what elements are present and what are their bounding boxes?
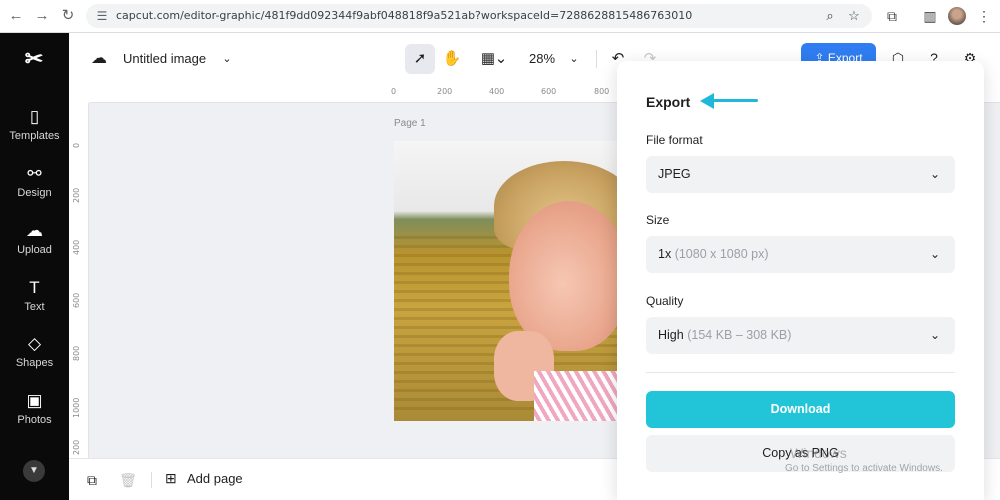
ruler-tick-label: 800	[72, 345, 81, 361]
quality-select[interactable]: High (154 KB – 308 KB) ⌄	[646, 317, 955, 354]
profile-avatar[interactable]	[948, 7, 966, 25]
ruler-tick-label: 800	[594, 87, 610, 96]
activation-watermark-title: Windows	[790, 445, 847, 461]
add-page-label: Add page	[187, 471, 243, 486]
size-hint: (1080 x 1080 px)	[674, 247, 769, 261]
star-icon[interactable]: ☆	[846, 8, 862, 24]
url-text[interactable]: capcut.com/editor-graphic/481f9dd092344f…	[116, 9, 692, 22]
size-select[interactable]: 1x (1080 x 1080 px) ⌄	[646, 236, 955, 273]
ruler-tick-label: 400	[489, 87, 505, 96]
design-icon: ⚯	[27, 164, 42, 183]
sidebar-item-design[interactable]: ⚯ Design	[0, 163, 69, 211]
extensions-icon[interactable]: ⧉	[882, 6, 902, 26]
duplicate-page-icon[interactable]: ⧉	[83, 471, 101, 489]
browser-toolbar: ← → ↻ ☰ capcut.com/editor-graphic/481f9d…	[0, 0, 1000, 33]
sidebar-item-templates[interactable]: ▯ Templates	[0, 106, 69, 154]
vertical-ruler: 0 200 400 600 800 1000 200	[69, 103, 89, 458]
chevron-down-icon[interactable]: ⌄	[219, 49, 235, 69]
chevron-down-icon: ⌄	[929, 247, 941, 261]
annotation-arrow-icon	[700, 93, 760, 109]
photo-face	[509, 201, 624, 351]
ruler-tick-label: 200	[437, 87, 453, 96]
panel-divider	[646, 372, 955, 373]
add-page-button[interactable]: ⊞ Add page	[165, 470, 243, 490]
file-format-label: File format	[646, 133, 703, 147]
forward-icon[interactable]: →	[32, 6, 52, 26]
chevron-down-icon[interactable]: ⌄	[566, 49, 582, 69]
chevron-down-icon: ⌄	[929, 328, 941, 342]
ruler-tick-label: 600	[72, 292, 81, 308]
size-label: Size	[646, 213, 670, 227]
scroll-down-icon[interactable]: ▼	[23, 460, 45, 482]
ruler-tick-label: 600	[541, 87, 557, 96]
ruler-tick-label: 0	[391, 87, 397, 96]
ruler-tick-label: 200	[72, 439, 81, 455]
file-format-select[interactable]: JPEG ⌄	[646, 156, 955, 193]
templates-icon: ▯	[29, 107, 40, 126]
sidebar-item-photos[interactable]: ▣ Photos	[0, 390, 69, 438]
left-sidebar: ✂ ▯ Templates ⚯ Design ☁ Upload T Text ◇…	[0, 33, 69, 500]
ruler-tick-label: 200	[72, 187, 81, 203]
sidebar-item-shapes[interactable]: ◇ Shapes	[0, 333, 69, 381]
menu-icon[interactable]: ⋮	[974, 6, 994, 26]
file-format-value: JPEG	[658, 167, 691, 181]
zoom-icon[interactable]: ⌕	[822, 8, 838, 24]
toolbar-divider	[596, 50, 597, 68]
address-bar[interactable]: ☰ capcut.com/editor-graphic/481f9dd09234…	[86, 4, 872, 28]
delete-page-icon[interactable]: 🗑	[119, 471, 137, 489]
capcut-logo-icon[interactable]: ✂	[20, 47, 48, 71]
photos-icon: ▣	[26, 391, 43, 410]
back-icon[interactable]: ←	[6, 6, 26, 26]
ruler-tick-label: 400	[72, 239, 81, 255]
text-icon: T	[29, 278, 40, 297]
select-tool-icon[interactable]: ➚	[405, 44, 435, 74]
reload-icon[interactable]: ↻	[58, 6, 78, 26]
sidebar-item-text[interactable]: T Text	[0, 277, 69, 325]
quality-value-wrap: High (154 KB – 308 KB)	[658, 328, 791, 342]
photo-shirt	[534, 371, 624, 421]
chevron-down-icon[interactable]: ⌄	[493, 44, 509, 74]
arrow-shaft	[710, 99, 758, 102]
export-panel-title: Export	[646, 94, 691, 110]
sidebar-item-label: Templates	[9, 130, 60, 142]
quality-value: High	[658, 328, 684, 342]
cloud-save-icon[interactable]: ☁	[89, 49, 109, 69]
upload-icon: ☁	[26, 221, 43, 240]
sidepanel-icon[interactable]: ▥	[920, 6, 940, 26]
site-settings-icon[interactable]: ☰	[94, 8, 110, 24]
activation-watermark-subtitle: Go to Settings to activate Windows.	[785, 463, 943, 474]
sidebar-item-upload[interactable]: ☁ Upload	[0, 220, 69, 268]
size-value-wrap: 1x (1080 x 1080 px)	[658, 247, 769, 261]
sidebar-item-label: Upload	[17, 244, 52, 256]
export-panel: Export File format JPEG ⌄ Size 1x (1080 …	[617, 61, 984, 500]
document-title[interactable]: Untitled image	[123, 51, 206, 66]
ruler-tick-label: 0	[72, 142, 81, 148]
bottombar-divider	[151, 472, 152, 488]
sidebar-item-label: Text	[24, 301, 45, 313]
hand-tool-icon[interactable]: ✋	[437, 44, 467, 74]
sidebar-item-label: Shapes	[15, 357, 54, 369]
ruler-tick-label: 1000	[72, 397, 81, 418]
ruler-corner	[69, 85, 89, 103]
sidebar-item-label: Photos	[17, 414, 52, 426]
sidebar-item-label: Design	[17, 187, 52, 199]
size-value: 1x	[658, 247, 672, 261]
canvas-photo[interactable]	[394, 141, 624, 421]
add-page-icon: ⊞	[165, 470, 177, 486]
zoom-level[interactable]: 28%	[529, 51, 555, 66]
chevron-down-icon: ⌄	[929, 167, 941, 181]
download-button[interactable]: Download	[646, 391, 955, 428]
page-label: Page 1	[394, 118, 426, 129]
quality-hint: (154 KB – 308 KB)	[687, 328, 792, 342]
shapes-icon: ◇	[27, 334, 42, 353]
quality-label: Quality	[646, 294, 684, 308]
